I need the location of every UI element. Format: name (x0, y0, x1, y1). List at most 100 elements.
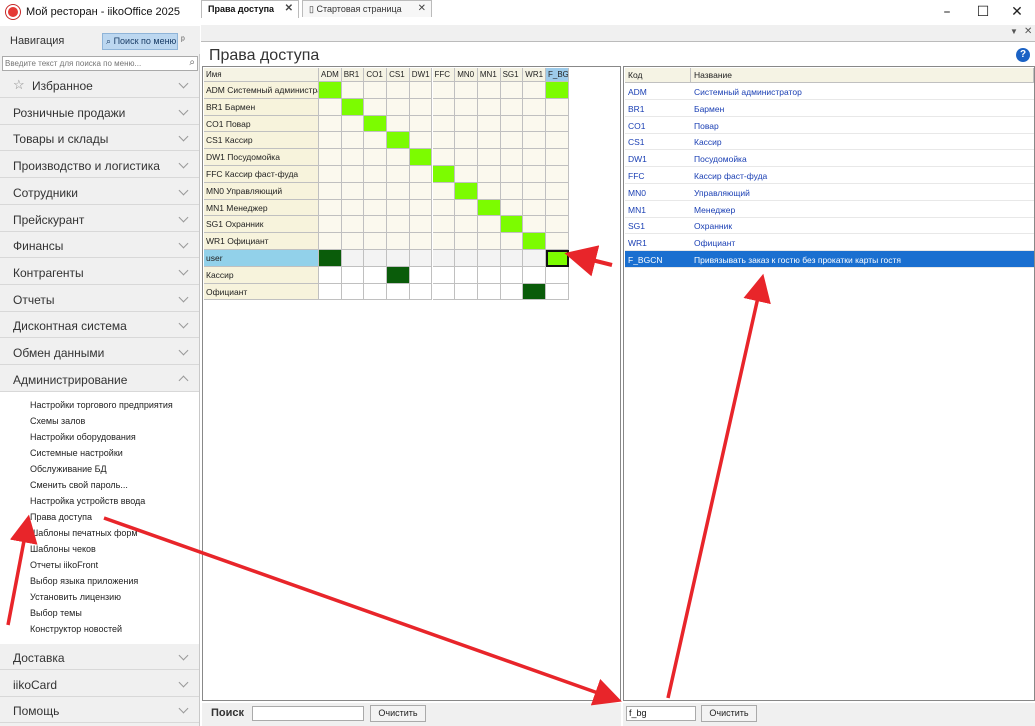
matrix-cell[interactable] (432, 149, 456, 166)
matrix-cell[interactable] (523, 182, 546, 200)
nav-section-item[interactable]: Дисконтная система (0, 312, 199, 339)
matrix-cell[interactable] (409, 283, 433, 301)
nav-section-item[interactable]: iikoCard (0, 670, 199, 697)
matrix-cell[interactable] (341, 283, 365, 301)
matrix-cell[interactable] (455, 266, 478, 284)
tab-access-rights[interactable]: Права доступа ✕ (201, 0, 299, 18)
row-header[interactable]: user (204, 250, 319, 267)
matrix-cell[interactable] (387, 283, 410, 301)
matrix-cell[interactable] (500, 266, 524, 284)
matrix-cell[interactable] (409, 199, 433, 217)
matrix-cell[interactable] (409, 149, 433, 166)
table-row[interactable]: DW1 Посудомойка (625, 150, 1034, 168)
matrix-cell[interactable] (387, 115, 410, 133)
admin-menu-item[interactable]: Обслуживание БД (30, 464, 107, 474)
matrix-cell[interactable] (546, 98, 569, 116)
matrix-cell[interactable] (319, 166, 342, 183)
matrix-cell[interactable] (477, 182, 501, 200)
matrix-cell[interactable] (523, 283, 546, 301)
column-header-sg1[interactable]: SG1 (500, 68, 524, 82)
matrix-cell[interactable] (546, 283, 569, 301)
minimize-button[interactable]: – (930, 2, 964, 22)
row-header[interactable]: DW1 Посудомойка (204, 149, 319, 166)
column-header-name[interactable]: Имя (204, 68, 319, 82)
matrix-cell[interactable] (364, 216, 388, 234)
column-header-dw1[interactable]: DW1 (409, 68, 433, 82)
row-header[interactable]: BR1 Бармен (204, 98, 319, 116)
matrix-cell[interactable] (477, 132, 501, 150)
matrix-cell[interactable] (500, 182, 524, 200)
matrix-cell[interactable] (432, 199, 456, 217)
column-header-name[interactable]: Название (691, 68, 1034, 83)
matrix-cell[interactable] (341, 98, 365, 116)
matrix-cell[interactable] (455, 283, 478, 301)
matrix-cell[interactable] (341, 82, 365, 99)
matrix-cell[interactable] (477, 216, 501, 234)
admin-menu-item[interactable]: Настройки оборудования (30, 432, 136, 442)
matrix-cell[interactable] (455, 233, 478, 250)
matrix-cell[interactable] (432, 216, 456, 234)
matrix-cell[interactable] (523, 216, 546, 234)
matrix-cell[interactable] (500, 233, 524, 250)
row-header[interactable]: WR1 Официант (204, 233, 319, 250)
matrix-cell[interactable] (432, 182, 456, 200)
matrix-cell[interactable] (455, 216, 478, 234)
nav-section-item[interactable]: Контрагенты (0, 258, 199, 285)
admin-menu-item[interactable]: Настройки торгового предприятия (30, 400, 173, 410)
matrix-cell[interactable] (500, 199, 524, 217)
matrix-cell[interactable] (364, 266, 388, 284)
matrix-search-input[interactable] (252, 706, 364, 721)
matrix-cell[interactable] (523, 199, 546, 217)
matrix-cell[interactable] (500, 98, 524, 116)
matrix-cell[interactable] (500, 132, 524, 150)
admin-menu-item[interactable]: Сменить свой пароль... (30, 480, 128, 490)
matrix-cell[interactable] (523, 149, 546, 166)
matrix-cell[interactable] (432, 233, 456, 250)
nav-section-item[interactable]: Администрирование (0, 365, 199, 392)
matrix-cell[interactable] (546, 149, 569, 166)
matrix-cell[interactable] (364, 233, 388, 250)
matrix-cell[interactable] (523, 233, 546, 250)
matrix-cell[interactable] (500, 250, 524, 267)
matrix-cell[interactable] (432, 132, 456, 150)
row-header[interactable]: MN1 Менеджер (204, 199, 319, 217)
admin-menu-item[interactable]: Шаблоны печатных форм (30, 528, 138, 538)
nav-section-item[interactable]: Сотрудники (0, 178, 199, 205)
clear-search-button[interactable]: Очистить (370, 705, 426, 722)
nav-section-item[interactable]: Розничные продажи (0, 98, 199, 125)
matrix-cell[interactable] (477, 283, 501, 301)
matrix-cell[interactable] (387, 82, 410, 99)
column-header-wr1[interactable]: WR1 (523, 68, 546, 82)
nav-section-favorites[interactable]: ☆ Избранное (0, 72, 199, 98)
tab-start-page[interactable]: ▯ Стартовая страница ✕ (302, 0, 432, 17)
matrix-cell[interactable] (319, 115, 342, 133)
admin-menu-item[interactable]: Настройка устройств ввода (30, 496, 145, 506)
matrix-cell[interactable] (477, 166, 501, 183)
matrix-cell[interactable] (364, 166, 388, 183)
matrix-cell[interactable] (455, 166, 478, 183)
matrix-cell[interactable] (546, 115, 569, 133)
matrix-cell[interactable] (341, 149, 365, 166)
matrix-cell[interactable] (341, 166, 365, 183)
column-header-ffc[interactable]: FFC (432, 68, 456, 82)
matrix-cell[interactable] (477, 199, 501, 217)
matrix-cell[interactable] (523, 266, 546, 284)
matrix-cell[interactable] (432, 166, 456, 183)
matrix-cell[interactable] (341, 250, 365, 267)
matrix-cell[interactable] (364, 82, 388, 99)
row-header[interactable]: Кассир (204, 266, 319, 284)
matrix-cell[interactable] (319, 266, 342, 284)
matrix-cell[interactable] (546, 233, 569, 250)
matrix-cell[interactable] (409, 98, 433, 116)
table-row[interactable]: WR1 Официант (625, 234, 1034, 252)
matrix-cell[interactable] (387, 132, 410, 150)
menu-search-input[interactable] (3, 57, 181, 70)
matrix-cell[interactable] (455, 250, 478, 267)
matrix-cell[interactable] (432, 266, 456, 284)
matrix-cell[interactable] (455, 199, 478, 217)
matrix-cell[interactable] (319, 283, 342, 301)
table-row[interactable]: CS1 Кассир (625, 133, 1034, 151)
admin-menu-item[interactable]: Отчеты iikoFront (30, 560, 98, 570)
matrix-cell[interactable] (523, 82, 546, 99)
close-active-tab-icon[interactable]: ✕ (1024, 26, 1032, 37)
